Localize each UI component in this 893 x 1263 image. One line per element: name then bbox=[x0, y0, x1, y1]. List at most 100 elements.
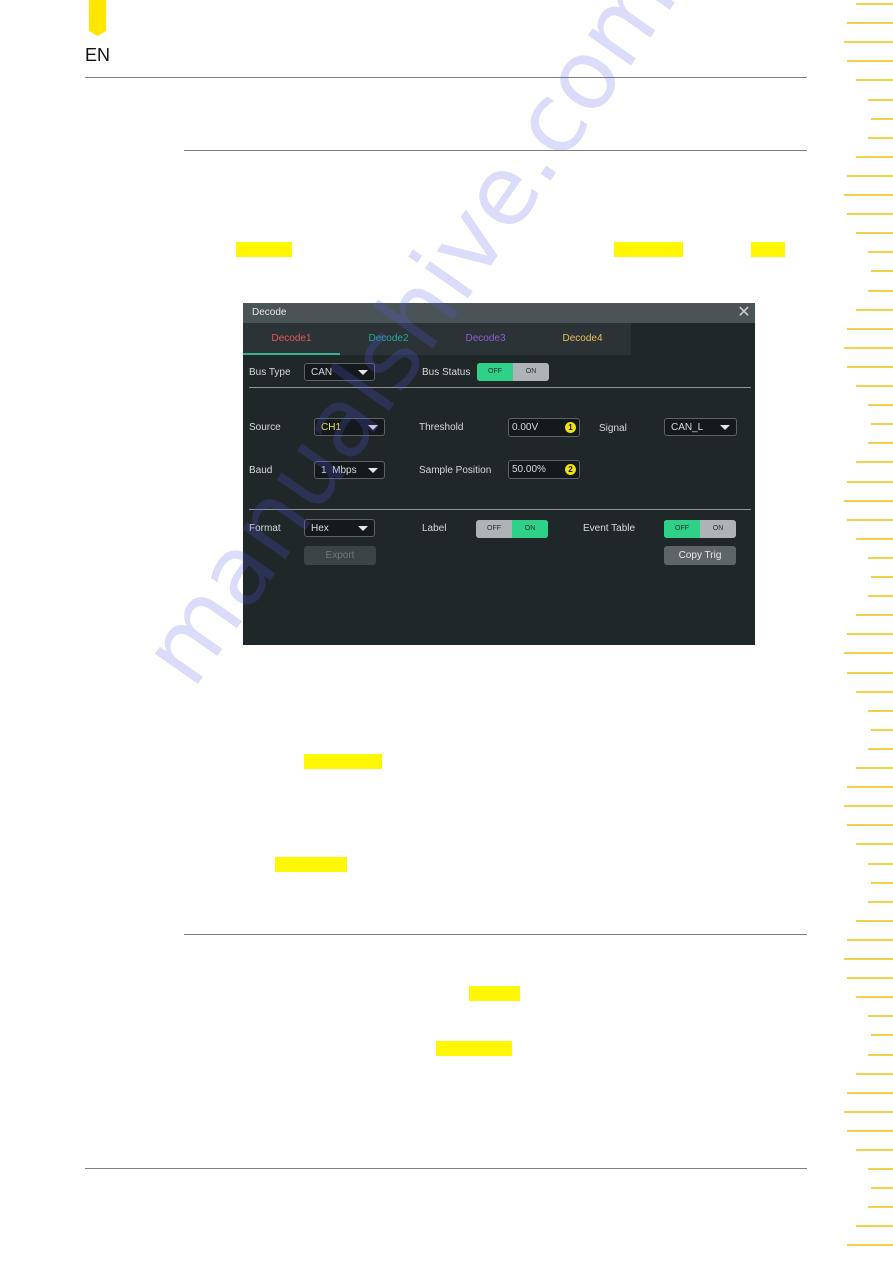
toggle-off-segment[interactable]: OFF bbox=[476, 520, 512, 538]
tab-label: Decode3 bbox=[465, 333, 506, 344]
toggle-off-segment[interactable]: OFF bbox=[664, 520, 700, 538]
source-dropdown[interactable]: CH1 bbox=[314, 418, 385, 436]
highlight-block bbox=[614, 242, 683, 257]
ruler-tick bbox=[844, 194, 893, 196]
ruler-tick bbox=[871, 1034, 893, 1036]
bus-status-toggle[interactable]: OFF ON bbox=[477, 363, 549, 381]
toggle-on-segment[interactable]: ON bbox=[513, 363, 549, 381]
ruler-tick bbox=[868, 99, 893, 101]
label-toggle-label: Label bbox=[422, 523, 447, 534]
ruler-tick bbox=[868, 748, 893, 750]
close-icon[interactable]: ✕ bbox=[736, 305, 752, 321]
footer-divider bbox=[85, 1168, 807, 1169]
chevron-down-icon bbox=[720, 425, 730, 430]
ruler-tick bbox=[856, 461, 893, 463]
language-label: EN bbox=[85, 45, 111, 65]
ruler-tick bbox=[868, 557, 893, 559]
section-divider-bottom bbox=[184, 934, 807, 935]
copy-trig-button[interactable]: Copy Trig bbox=[664, 546, 736, 565]
chevron-down-icon bbox=[358, 526, 368, 531]
tab-label: Decode1 bbox=[271, 333, 312, 344]
ruler-tick bbox=[847, 366, 893, 368]
format-value: Hex bbox=[311, 523, 329, 534]
highlight-block bbox=[275, 857, 347, 872]
sample-position-input[interactable]: 50.00% 2 bbox=[508, 460, 580, 479]
tab-decode3[interactable]: Decode3 bbox=[437, 323, 534, 355]
signal-dropdown[interactable]: CAN_L bbox=[664, 418, 737, 436]
ruler-tick bbox=[844, 347, 893, 349]
highlight-block bbox=[751, 242, 785, 257]
event-table-label: Event Table bbox=[583, 523, 636, 534]
ruler-tick bbox=[868, 1015, 893, 1017]
ruler-tick bbox=[868, 595, 893, 597]
source-label: Source bbox=[249, 422, 281, 433]
ruler-tick bbox=[856, 79, 893, 81]
ruler-tick bbox=[868, 251, 893, 253]
ruler-tick bbox=[856, 1149, 893, 1151]
ruler-tick bbox=[844, 500, 893, 502]
ruler-tick bbox=[868, 1054, 893, 1056]
ruler-tick bbox=[844, 958, 893, 960]
sample-position-label: Sample Position bbox=[419, 465, 492, 476]
baud-label: Baud bbox=[249, 465, 273, 476]
baud-dropdown[interactable]: 1 Mbps bbox=[314, 461, 385, 479]
bus-status-label: Bus Status bbox=[422, 367, 471, 378]
toggle-on-segment[interactable]: ON bbox=[512, 520, 548, 538]
tab-label: Decode2 bbox=[368, 333, 409, 344]
bus-type-value: CAN bbox=[311, 367, 333, 378]
event-table-toggle[interactable]: OFF ON bbox=[664, 520, 736, 538]
threshold-input[interactable]: 0.00V 1 bbox=[508, 418, 580, 437]
ruler-tick bbox=[856, 1225, 893, 1227]
tab-decode4[interactable]: Decode4 bbox=[534, 323, 631, 355]
ruler-tick bbox=[847, 175, 893, 177]
chevron-down-icon bbox=[368, 425, 378, 430]
ruler-tick bbox=[856, 996, 893, 998]
language-tab-marker bbox=[89, 0, 106, 36]
bus-type-dropdown[interactable]: CAN bbox=[304, 363, 375, 381]
ruler-tick bbox=[868, 901, 893, 903]
tab-decode1[interactable]: Decode1 bbox=[243, 323, 340, 355]
baud-value: 1 Mbps bbox=[321, 465, 357, 476]
ruler-tick bbox=[847, 328, 893, 330]
ruler-tick bbox=[871, 1187, 893, 1189]
ruler-tick bbox=[847, 672, 893, 674]
label-toggle[interactable]: OFF ON bbox=[476, 520, 548, 538]
tab-decode2[interactable]: Decode2 bbox=[340, 323, 437, 355]
toggle-off-segment[interactable]: OFF bbox=[477, 363, 513, 381]
ruler-tick bbox=[856, 614, 893, 616]
ruler-tick bbox=[856, 385, 893, 387]
dialog-title: Decode bbox=[252, 307, 287, 318]
divider bbox=[249, 509, 751, 510]
ruler-tick bbox=[847, 22, 893, 24]
ruler-tick bbox=[847, 1130, 893, 1132]
ruler-tick bbox=[844, 652, 893, 654]
dialog-title-bar: Decode ✕ bbox=[243, 303, 755, 323]
threshold-value: 0.00V bbox=[512, 422, 539, 433]
ruler-tick bbox=[856, 156, 893, 158]
ruler-tick bbox=[847, 633, 893, 635]
ruler-tick bbox=[844, 805, 893, 807]
format-dropdown[interactable]: Hex bbox=[304, 519, 375, 537]
ruler-tick bbox=[856, 920, 893, 922]
ruler-tick bbox=[868, 1168, 893, 1170]
ruler-tick bbox=[847, 60, 893, 62]
ruler-tick bbox=[847, 1092, 893, 1094]
section-divider-top bbox=[184, 150, 807, 151]
ruler-tick bbox=[847, 1244, 893, 1246]
ruler-tick bbox=[856, 232, 893, 234]
ruler-tick bbox=[871, 729, 893, 731]
ruler-tick bbox=[856, 1073, 893, 1075]
ruler-tick bbox=[844, 1111, 893, 1113]
divider bbox=[249, 387, 751, 388]
ruler-tick bbox=[871, 576, 893, 578]
ruler-tick bbox=[871, 882, 893, 884]
toggle-on-segment[interactable]: ON bbox=[700, 520, 736, 538]
ruler-tick bbox=[871, 423, 893, 425]
signal-label: Signal bbox=[599, 423, 627, 434]
ruler-tick bbox=[847, 213, 893, 215]
ruler-tick bbox=[856, 767, 893, 769]
ruler-tick bbox=[844, 41, 893, 43]
export-button[interactable]: Export bbox=[304, 546, 376, 565]
tab-label: Decode4 bbox=[562, 333, 603, 344]
ruler-tick bbox=[847, 977, 893, 979]
